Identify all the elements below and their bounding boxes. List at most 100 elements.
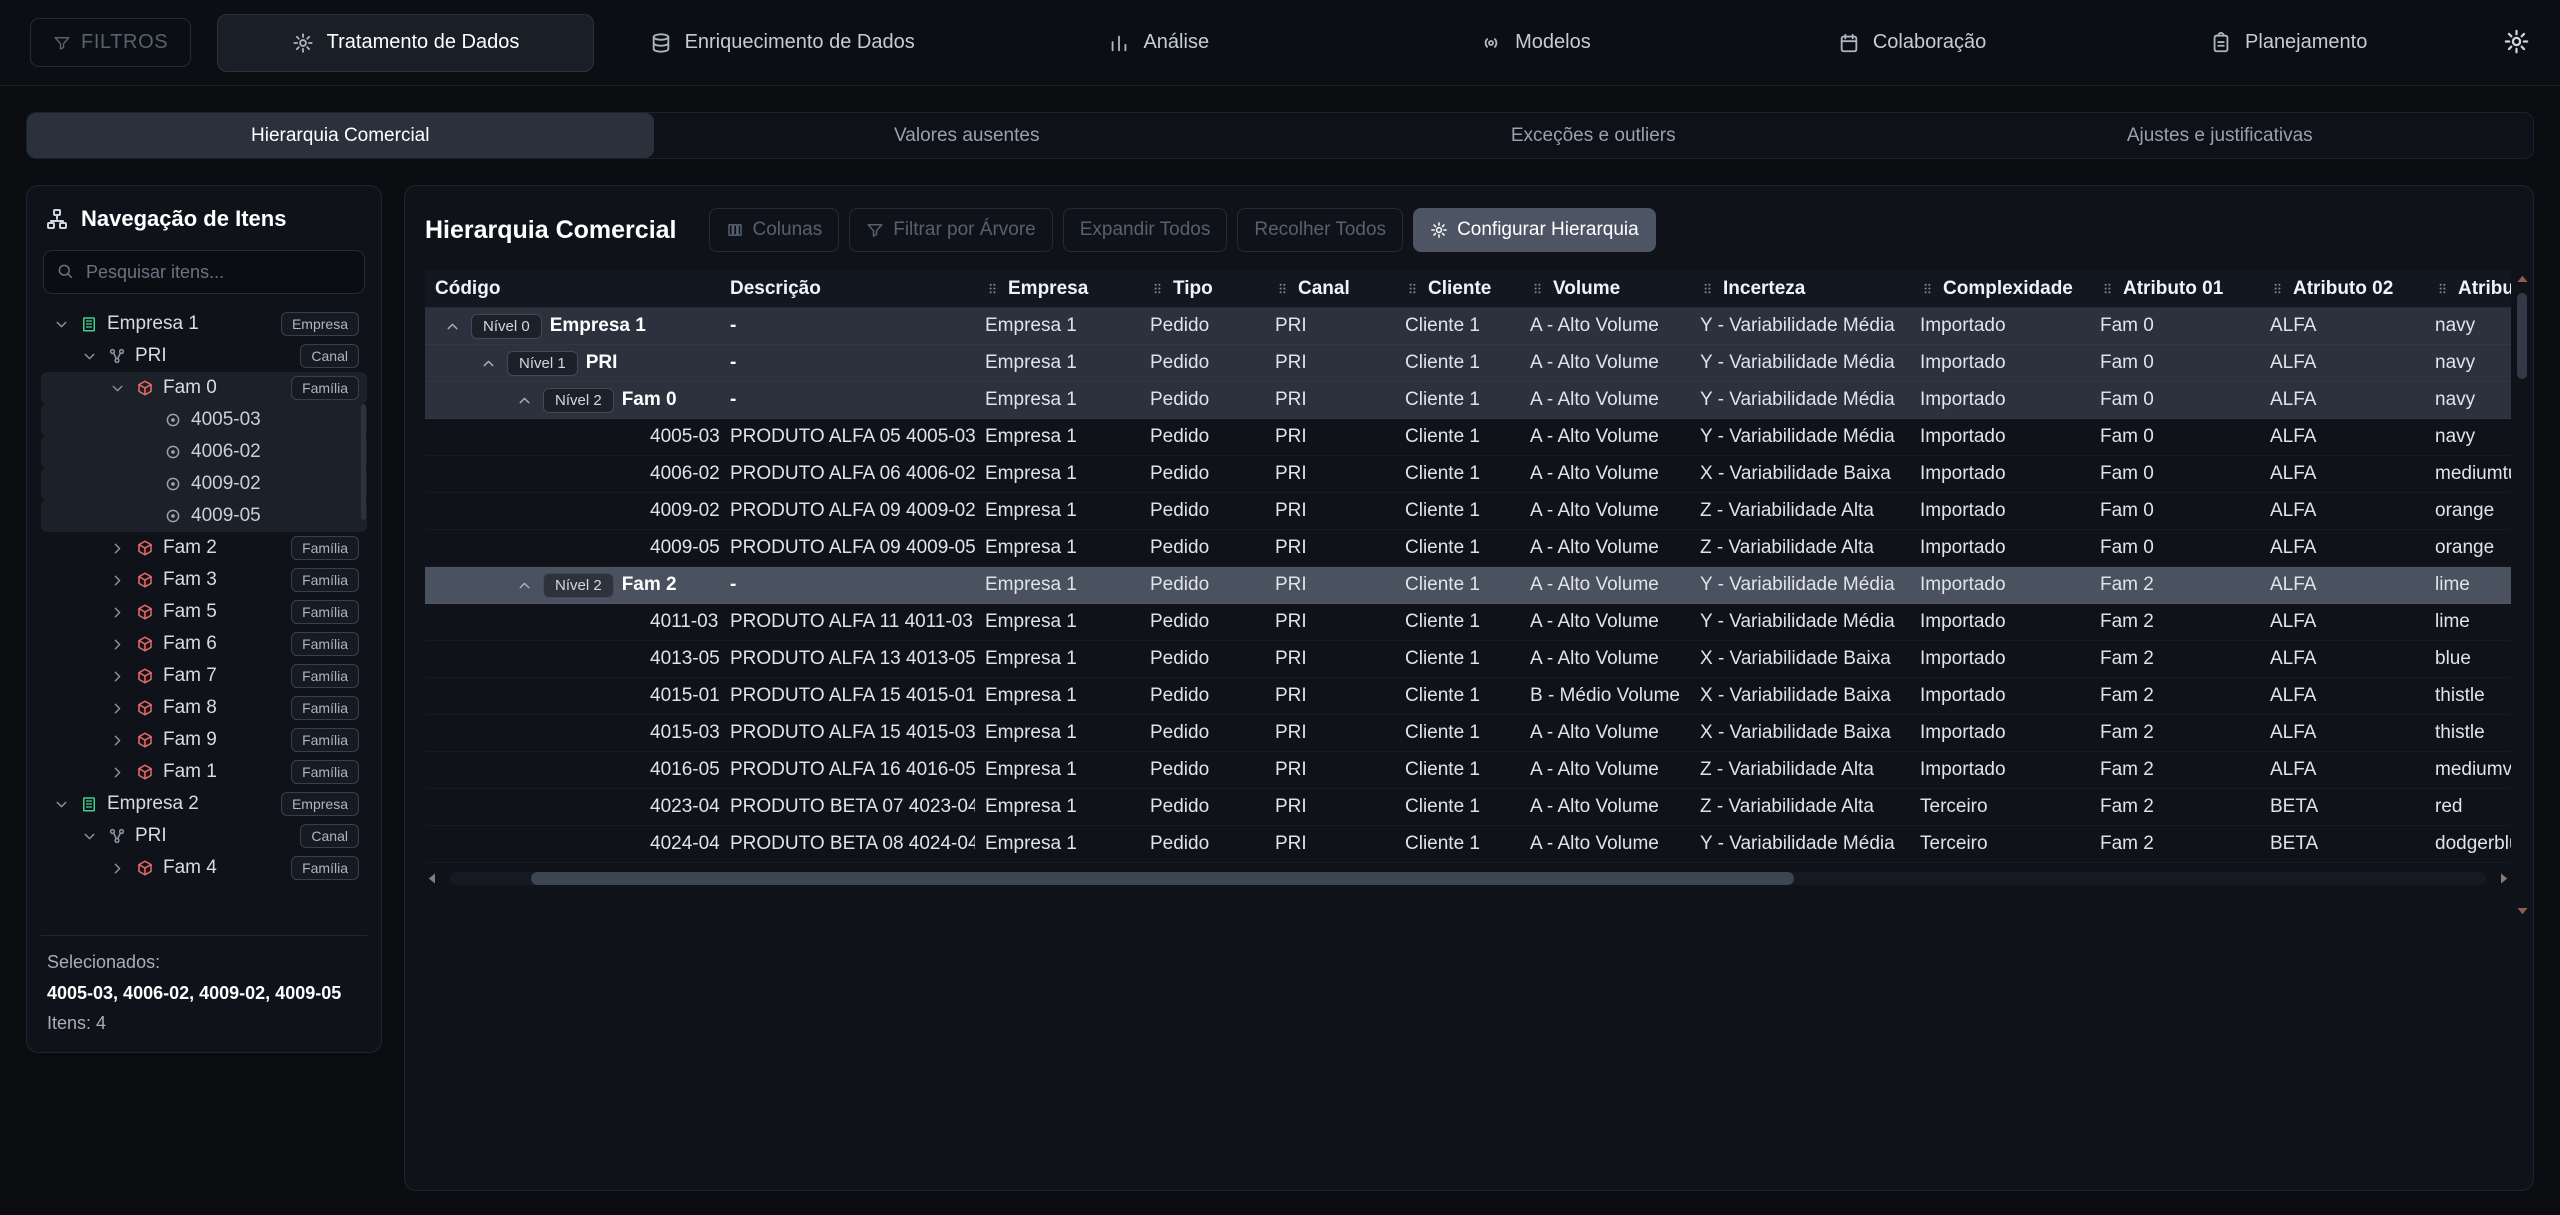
table-row-4009-02[interactable]: 4009-02PRODUTO ALFA 09 4009-02Empresa 1P… <box>425 493 2511 530</box>
chevron-right-icon[interactable] <box>107 700 127 717</box>
nav-enriquecimento-de-dados[interactable]: Enriquecimento de Dados <box>594 14 971 72</box>
chevron-right-icon[interactable] <box>107 668 127 685</box>
drag-handle-icon[interactable] <box>1530 281 1545 296</box>
column-header-atributo-02[interactable]: Atributo 02 <box>2260 278 2425 300</box>
table-row-4011-03[interactable]: 4011-03PRODUTO ALFA 11 4011-03Empresa 1P… <box>425 604 2511 641</box>
column-header-codigo[interactable]: Código <box>425 278 720 300</box>
toolbar-colunas[interactable]: Colunas <box>709 208 840 252</box>
vertical-scrollbar[interactable] <box>2513 270 2531 920</box>
table-row-4016-05[interactable]: 4016-05PRODUTO ALFA 16 4016-05Empresa 1P… <box>425 752 2511 789</box>
table-row-4009-05[interactable]: 4009-05PRODUTO ALFA 09 4009-05Empresa 1P… <box>425 530 2511 567</box>
toolbar-configurar-hierarquia[interactable]: Configurar Hierarquia <box>1413 208 1656 252</box>
table-row-4015-03[interactable]: 4015-03PRODUTO ALFA 15 4015-03Empresa 1P… <box>425 715 2511 752</box>
drag-handle-icon[interactable] <box>2435 281 2450 296</box>
column-header-empresa[interactable]: Empresa <box>975 278 1140 300</box>
tree-item-fam-7[interactable]: Fam 7Família <box>41 660 367 692</box>
chevron-down-icon[interactable] <box>79 828 99 845</box>
chevron-right-icon[interactable] <box>107 732 127 749</box>
chevron-down-icon[interactable] <box>79 348 99 365</box>
tree-item-fam-0[interactable]: Fam 0Família <box>41 372 367 404</box>
nav-analise[interactable]: Análise <box>970 14 1347 72</box>
tree-item-4009-05[interactable]: 4009-05 <box>41 500 367 532</box>
tab-ajustes-e-justificativas[interactable]: Ajustes e justificativas <box>1907 113 2534 158</box>
drag-handle-icon[interactable] <box>1920 281 1935 296</box>
column-header-atributo-03[interactable]: Atributo 03 <box>2425 278 2511 300</box>
chevron-right-icon[interactable] <box>107 540 127 557</box>
chevron-right-icon[interactable] <box>107 860 127 877</box>
drag-handle-icon[interactable] <box>2100 281 2115 296</box>
drag-handle-icon[interactable] <box>1700 281 1715 296</box>
drag-handle-icon[interactable] <box>985 281 1000 296</box>
toolbar-recolher-todos[interactable]: Recolher Todos <box>1237 208 1403 252</box>
group-row-fam-2[interactable]: Nível 2Fam 2-Empresa 1PedidoPRICliente 1… <box>425 567 2511 604</box>
chevron-down-icon[interactable] <box>107 380 127 397</box>
settings-gear-button[interactable] <box>2503 28 2530 58</box>
tree-item-fam-9[interactable]: Fam 9Família <box>41 724 367 756</box>
collapse-group-icon[interactable] <box>477 355 499 372</box>
group-row-pri[interactable]: Nível 1PRI-Empresa 1PedidoPRICliente 1A … <box>425 345 2511 382</box>
tree-item-empresa-2[interactable]: Empresa 2Empresa <box>41 788 367 820</box>
tab-hierarquia-comercial[interactable]: Hierarquia Comercial <box>27 113 654 158</box>
group-row-fam-0[interactable]: Nível 2Fam 0-Empresa 1PedidoPRICliente 1… <box>425 382 2511 419</box>
chevron-right-icon[interactable] <box>107 764 127 781</box>
table-row-4015-01[interactable]: 4015-01PRODUTO ALFA 15 4015-01Empresa 1P… <box>425 678 2511 715</box>
nav-colaboracao[interactable]: Colaboração <box>1724 14 2101 72</box>
tree-item-pri[interactable]: PRICanal <box>41 820 367 852</box>
toolbar-filtrar-por-arvore[interactable]: Filtrar por Árvore <box>849 208 1053 252</box>
horizontal-scrollbar[interactable] <box>425 863 2511 893</box>
tree-item-fam-6[interactable]: Fam 6Família <box>41 628 367 660</box>
table-row-4023-04[interactable]: 4023-04PRODUTO BETA 07 4023-04Empresa 1P… <box>425 789 2511 826</box>
vertical-scroll-thumb[interactable] <box>2517 293 2527 379</box>
tree-item-fam-8[interactable]: Fam 8Família <box>41 692 367 724</box>
tree-item-fam-4[interactable]: Fam 4Família <box>41 852 367 884</box>
chevron-down-icon[interactable] <box>51 316 71 333</box>
drag-handle-icon[interactable] <box>1275 281 1290 296</box>
tree-item-4009-02[interactable]: 4009-02 <box>41 468 367 500</box>
nav-modelos[interactable]: Modelos <box>1347 14 1724 72</box>
tree-item-fam-1[interactable]: Fam 1Família <box>41 756 367 788</box>
scroll-right-icon[interactable] <box>2496 871 2511 886</box>
drag-handle-icon[interactable] <box>1405 281 1420 296</box>
collapse-group-icon[interactable] <box>513 577 535 594</box>
collapse-group-icon[interactable] <box>513 392 535 409</box>
column-header-incerteza[interactable]: Incerteza <box>1690 278 1910 300</box>
horizontal-scroll-track[interactable] <box>450 872 2486 885</box>
table-row-4005-03[interactable]: 4005-03PRODUTO ALFA 05 4005-03Empresa 1P… <box>425 419 2511 456</box>
tab-valores-ausentes[interactable]: Valores ausentes <box>654 113 1281 158</box>
column-header-tipo[interactable]: Tipo <box>1140 278 1265 300</box>
scroll-left-icon[interactable] <box>425 871 440 886</box>
collapse-group-icon[interactable] <box>441 318 463 335</box>
tree-item-pri[interactable]: PRICanal <box>41 340 367 372</box>
nav-tratamento-de-dados[interactable]: Tratamento de Dados <box>217 14 594 72</box>
toolbar-expandir-todos[interactable]: Expandir Todos <box>1063 208 1228 252</box>
chevron-right-icon[interactable] <box>107 636 127 653</box>
column-header-descricao[interactable]: Descrição <box>720 278 975 300</box>
tab-excecoes-e-outliers[interactable]: Exceções e outliers <box>1280 113 1907 158</box>
table-row-4006-02[interactable]: 4006-02PRODUTO ALFA 06 4006-02Empresa 1P… <box>425 456 2511 493</box>
tree-item-fam-5[interactable]: Fam 5Família <box>41 596 367 628</box>
vertical-scroll-track[interactable] <box>2517 291 2527 899</box>
drag-handle-icon[interactable] <box>1150 281 1165 296</box>
column-header-cliente[interactable]: Cliente <box>1395 278 1520 300</box>
column-header-volume[interactable]: Volume <box>1520 278 1690 300</box>
filters-button[interactable]: FILTROS <box>30 18 191 67</box>
tree-scroll-thumb[interactable] <box>361 404 366 520</box>
column-header-atributo-01[interactable]: Atributo 01 <box>2090 278 2260 300</box>
chevron-right-icon[interactable] <box>107 572 127 589</box>
tree-item-empresa-1[interactable]: Empresa 1Empresa <box>41 308 367 340</box>
search-input[interactable] <box>43 250 365 294</box>
tree-item-fam-3[interactable]: Fam 3Família <box>41 564 367 596</box>
drag-handle-icon[interactable] <box>2270 281 2285 296</box>
group-row-empresa-1[interactable]: Nível 0Empresa 1-Empresa 1PedidoPRIClien… <box>425 308 2511 345</box>
horizontal-scroll-thumb[interactable] <box>531 872 1793 885</box>
chevron-down-icon[interactable] <box>51 796 71 813</box>
chevron-right-icon[interactable] <box>107 604 127 621</box>
nav-planejamento[interactable]: Planejamento <box>2100 14 2477 72</box>
column-header-complexidade[interactable]: Complexidade <box>1910 278 2090 300</box>
tree-item-4006-02[interactable]: 4006-02 <box>41 436 367 468</box>
column-header-canal[interactable]: Canal <box>1265 278 1395 300</box>
table-row-4013-05[interactable]: 4013-05PRODUTO ALFA 13 4013-05Empresa 1P… <box>425 641 2511 678</box>
table-row-4024-04[interactable]: 4024-04PRODUTO BETA 08 4024-04Empresa 1P… <box>425 826 2511 863</box>
tree-item-4005-03[interactable]: 4005-03 <box>41 404 367 436</box>
scroll-down-icon[interactable] <box>2515 903 2530 918</box>
